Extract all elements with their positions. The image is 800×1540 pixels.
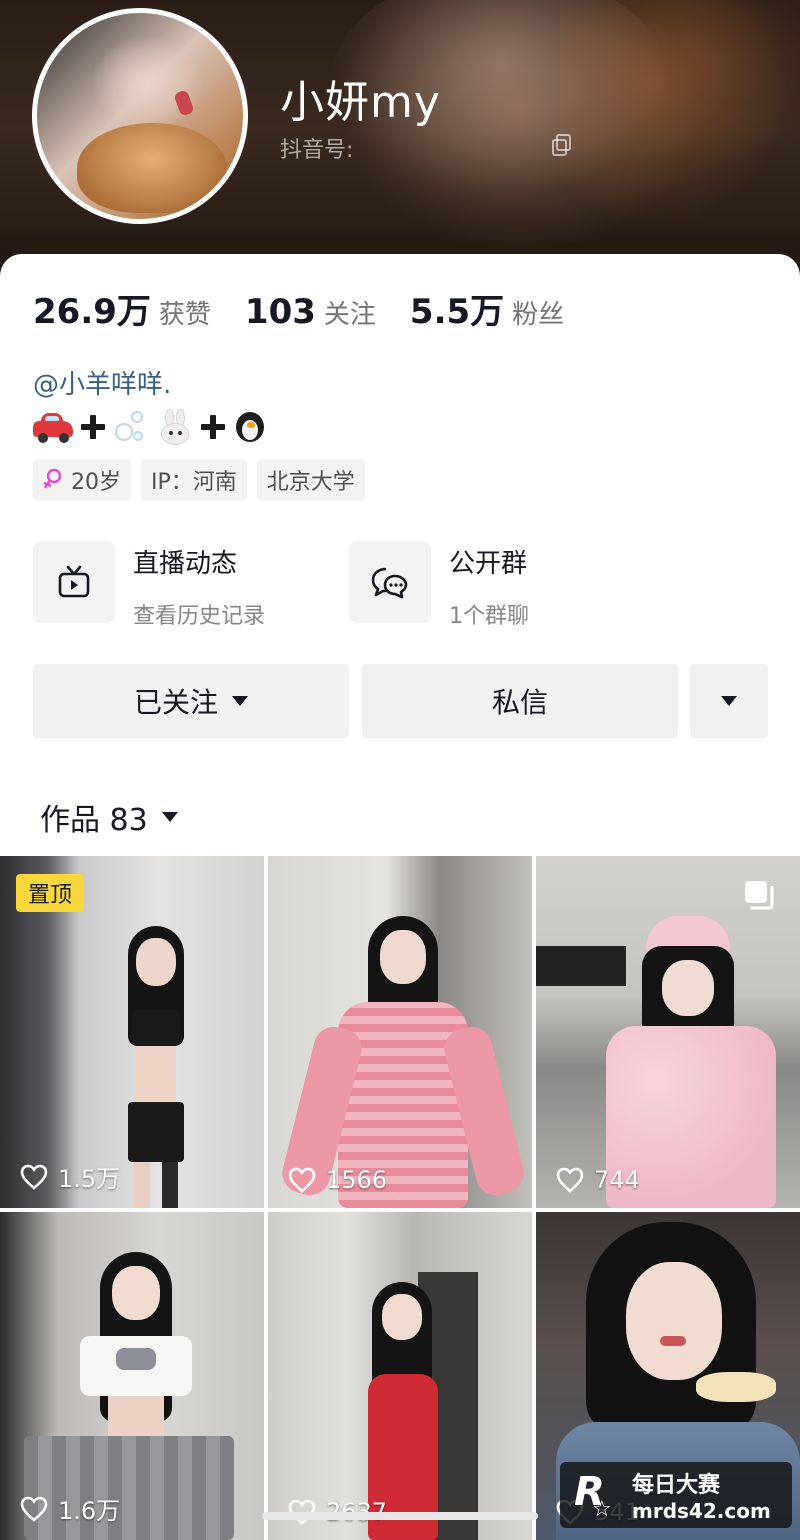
like-count-value: 1.6万 [58,1497,121,1525]
avatar-face [173,89,195,117]
home-indicator[interactable] [262,1512,538,1520]
feature-subtitle: 查看历史记录 [133,604,266,629]
stat-label: 粉丝 [512,300,565,330]
avatar-cat [77,123,227,213]
stat-value: 26.9万 [33,292,151,332]
video-tile[interactable]: 1.6万 [0,1212,264,1540]
group-chat-icon-box [349,541,431,623]
site-watermark: R ☆ 每日大赛 mrds42.com [560,1462,792,1528]
more-options-button[interactable] [690,664,768,738]
profile-tags: 20岁 IP：河南 北京大学 [33,459,365,501]
bio-emoji-row [33,407,267,447]
live-history-entry[interactable]: 直播动态 查看历史记录 [33,541,265,630]
followed-label: 已关注 [133,686,218,719]
profile-stats: 26.9万 获赞 103 关注 5.5万 粉丝 [33,284,598,333]
stat-value: 5.5万 [409,292,505,332]
penguin-icon [233,410,267,444]
watermark-logo: R ☆ [574,1469,612,1522]
heart-icon [556,1167,584,1193]
public-group-entry[interactable]: 公开群 1个群聊 [349,541,529,630]
copy-icon[interactable] [552,134,572,156]
watermark-url: mrds42.com [632,1499,771,1523]
female-icon [43,468,62,489]
watermark-title: 每日大赛 [632,1473,721,1498]
tag-label: 北京大学 [266,470,355,495]
heart-icon [20,1164,48,1190]
live-tv-icon [58,565,90,598]
stat-likes[interactable]: 26.9万 获赞 [33,284,211,333]
works-tab-dropdown[interactable]: 作品 83 [40,795,178,839]
video-tile[interactable]: 2637 [268,1212,532,1540]
stat-followers[interactable]: 5.5万 粉丝 [410,284,564,333]
caret-down-icon [232,696,248,706]
pinned-badge: 置顶 [16,874,84,912]
like-count-value: 1566 [326,1166,388,1194]
video-tile[interactable]: 1566 [268,856,532,1208]
stat-label: 关注 [323,300,376,330]
stat-following[interactable]: 103 关注 [245,292,376,332]
tag-school[interactable]: 北京大学 [256,459,365,501]
like-count: 1566 [288,1166,387,1194]
bubbles-icon [113,409,149,445]
like-count: 1.6万 [20,1491,120,1526]
banner-photo-hair [560,0,800,240]
tag-label: IP：河南 [151,470,237,495]
live-tv-icon-box [33,541,115,623]
heart-icon [288,1167,316,1193]
stat-label: 获赞 [158,300,211,330]
tag-label: 20岁 [71,470,121,495]
bio-mention-link[interactable]: @小羊咩咩. [33,364,171,401]
plus-icon [81,415,105,439]
feature-title: 公开群 [449,549,528,579]
car-icon [33,413,73,443]
profile-name: 小妍my [280,77,441,128]
like-count-value: 1.5万 [58,1165,121,1193]
caret-down-icon [721,696,737,706]
heart-icon [20,1496,48,1522]
like-count: 744 [556,1166,640,1194]
message-button[interactable]: 私信 [362,664,678,738]
caret-down-icon [161,812,178,822]
bunny-icon [157,409,193,445]
tag-ip: IP：河南 [141,459,247,501]
douyin-id-label: 抖音号: [280,138,354,163]
feature-subtitle: 1个群聊 [449,604,529,629]
tag-age: 20岁 [33,459,131,501]
avatar[interactable] [32,8,248,224]
video-tile[interactable]: 744 [536,856,800,1208]
plus-icon [201,415,225,439]
like-count-value: 744 [594,1166,640,1194]
works-label: 作品 83 [40,803,148,838]
stat-value: 103 [244,292,316,332]
group-chat-icon [371,567,408,599]
video-tile[interactable]: 置顶 1.5万 [0,856,264,1208]
feature-title: 直播动态 [133,549,238,579]
like-count: 1.5万 [20,1159,120,1194]
message-label: 私信 [491,686,548,719]
followed-button[interactable]: 已关注 [33,664,349,738]
multi-image-icon [745,881,774,910]
